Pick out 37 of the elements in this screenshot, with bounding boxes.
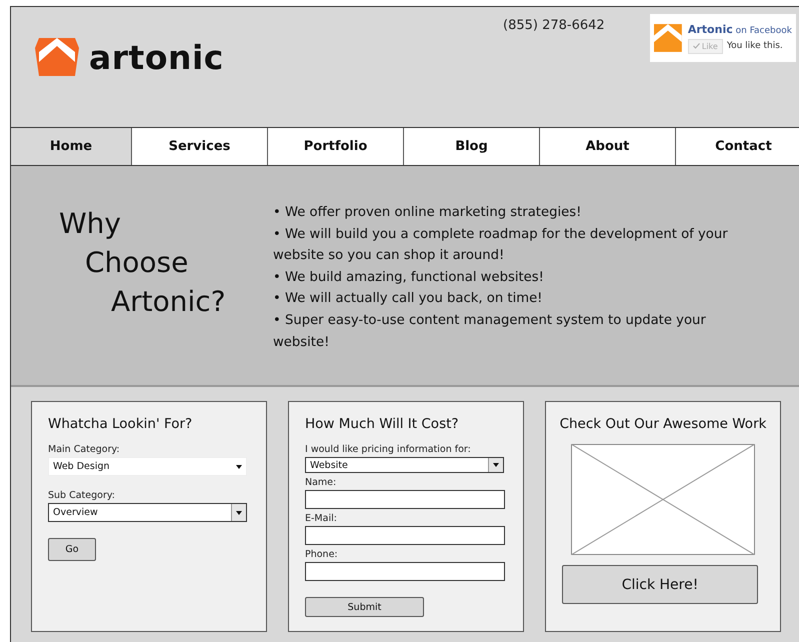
field-label: Main Category:	[48, 444, 121, 455]
submit-button[interactable]: Go	[48, 538, 96, 561]
input-field[interactable]	[305, 562, 505, 582]
facebook-page-link[interactable]: Artonic on Facebook	[688, 22, 792, 36]
input-field[interactable]	[305, 490, 505, 510]
bullet-point: • We will build you a complete roadmap for the development of your website so you can shop it around!	[273, 226, 729, 266]
check-icon	[692, 42, 700, 48]
hero-heading: Artonic?	[110, 284, 227, 320]
hero-heading: Why	[59, 206, 122, 242]
submit-button[interactable]: Click Here!	[562, 565, 758, 604]
hero-heading: Choose	[84, 245, 190, 281]
bullet-point: • We will actually call you back, on time!	[273, 290, 544, 308]
bullet-point: • Super easy-to-use content management system to update your website!	[273, 312, 707, 352]
card-title: Whatcha Lookin' For?	[48, 416, 194, 432]
logo-icon	[654, 21, 682, 55]
caret-icon	[493, 463, 499, 468]
card-title: Check Out Our Awesome Work	[560, 416, 766, 432]
nav-tab[interactable]: Home	[11, 128, 132, 165]
field-label: E-Mail:	[305, 513, 338, 524]
caret-icon	[236, 464, 242, 468]
bullet-point: • We build amazing, functional websites!	[273, 268, 545, 287]
field-label: I would like pricing information for:	[305, 444, 472, 455]
submit-button[interactable]: Submit	[305, 597, 424, 617]
field-label: Name:	[305, 477, 338, 488]
logo-icon	[35, 36, 79, 78]
input-field[interactable]	[305, 526, 505, 546]
phone-number: (855) 278-6642	[503, 18, 605, 33]
field-label: Phone:	[305, 549, 339, 560]
like-status: You like this.	[726, 41, 783, 51]
bullet-point: • We offer proven online marketing strategies!	[273, 204, 582, 222]
card-title: How Much Will It Cost?	[305, 416, 460, 432]
select-field[interactable]: Web Design	[48, 457, 247, 476]
select-field[interactable]: Overview	[48, 503, 247, 522]
select-field[interactable]: Website	[305, 457, 504, 474]
caret-icon	[236, 510, 242, 514]
field-label: Sub Category:	[48, 490, 116, 501]
logo-text: artonic	[89, 38, 224, 76]
